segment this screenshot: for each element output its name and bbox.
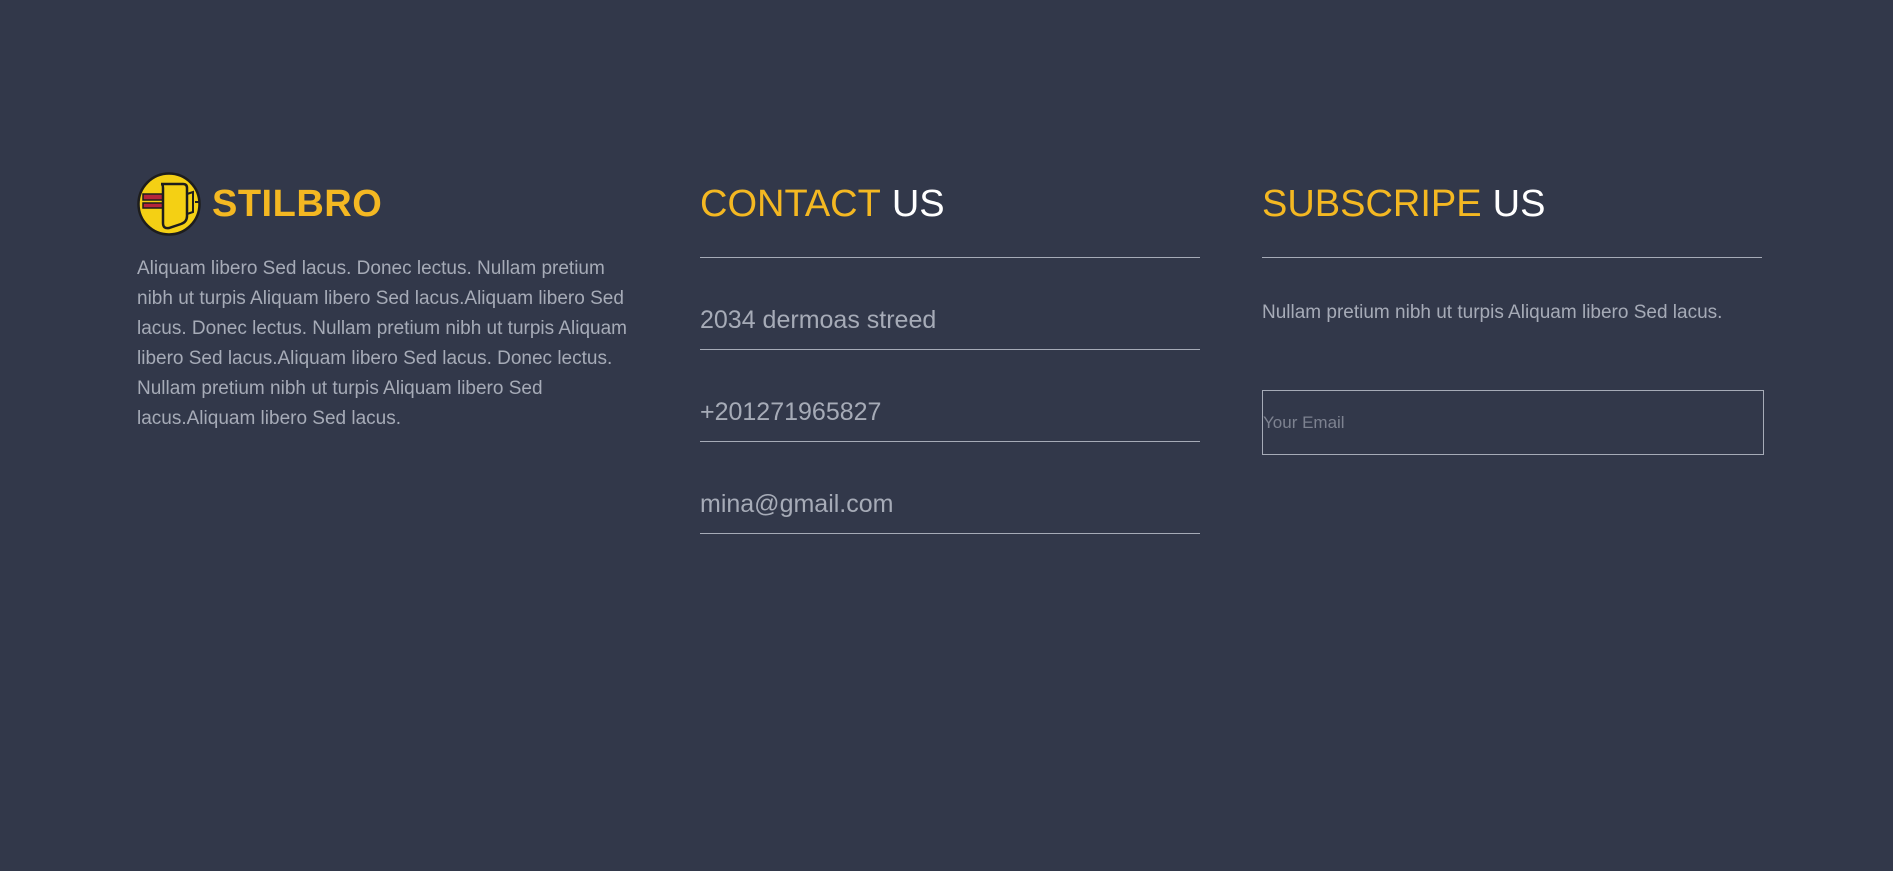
contact-title: CONTACT US xyxy=(700,172,1200,236)
contact-column: CONTACT US 2034 dermoas streed +20127196… xyxy=(700,172,1200,534)
contact-address-text: 2034 dermoas streed xyxy=(700,306,937,334)
brand-header: STILBRO xyxy=(137,172,637,236)
contact-address: 2034 dermoas streed xyxy=(700,288,1200,350)
footer: STILBRO Aliquam libero Sed lacus. Donec … xyxy=(0,0,1893,871)
subscribe-title-accent: SUBSCRIPE xyxy=(1262,183,1482,225)
brand-name[interactable]: STILBRO xyxy=(212,185,382,223)
brand-description: Aliquam libero Sed lacus. Donec lectus. … xyxy=(137,258,628,429)
contact-phone[interactable]: +201271965827 xyxy=(700,380,1200,442)
subscribe-title-plain: US xyxy=(1492,183,1546,225)
contact-title-accent: CONTACT xyxy=(700,183,881,225)
contact-email[interactable]: mina@gmail.com xyxy=(700,472,1200,534)
contact-title-divider xyxy=(700,257,1200,258)
subscribe-column: SUBSCRIPE US Nullam pretium nibh ut turp… xyxy=(1262,172,1764,455)
subscribe-title-divider xyxy=(1262,257,1762,258)
subscribe-description: Nullam pretium nibh ut turpis Aliquam li… xyxy=(1262,302,1723,323)
contact-phone-text[interactable]: +201271965827 xyxy=(700,398,881,441)
brand-column: STILBRO Aliquam libero Sed lacus. Donec … xyxy=(137,172,637,434)
contact-email-text[interactable]: mina@gmail.com xyxy=(700,490,893,533)
contact-title-plain: US xyxy=(891,183,945,225)
subscribe-title: SUBSCRIPE US xyxy=(1262,172,1764,236)
brand-logo-icon xyxy=(137,172,201,236)
subscribe-email-input[interactable] xyxy=(1262,390,1764,455)
